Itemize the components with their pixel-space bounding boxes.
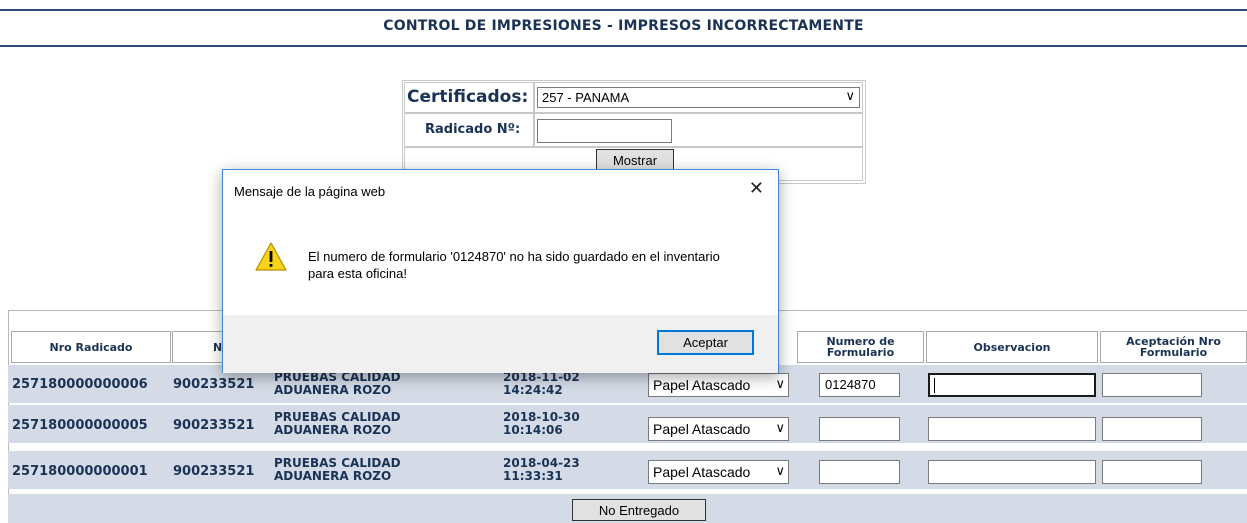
warning-icon: [255, 242, 287, 271]
cell-date: 2018-04-23 11:33:31: [503, 452, 580, 488]
motivo-select-value: Papel Atascado: [653, 421, 751, 437]
motivo-select-value: Papel Atascado: [653, 464, 751, 480]
message-dialog: Mensaje de la página web ✕ El numero de …: [222, 169, 779, 373]
accept-button[interactable]: Aceptar: [657, 330, 754, 355]
observacion-input[interactable]: [928, 460, 1096, 484]
cell-name-line2: ADUANERA ROZO: [274, 383, 392, 397]
header-aceptacion: Aceptación Nro Formulario: [1100, 331, 1247, 363]
aceptacion-input[interactable]: [1102, 417, 1202, 441]
cell-date-time: 14:24:42: [503, 383, 563, 397]
radicado-label: Radicado Nº:: [425, 122, 521, 137]
radicado-input[interactable]: [537, 119, 672, 143]
certificados-select-value: 257 - PANAMA: [542, 90, 630, 105]
motivo-select[interactable]: Papel Atascado ∨: [648, 460, 789, 484]
top-rule: [0, 9, 1247, 11]
dialog-title: Mensaje de la página web: [234, 184, 386, 199]
text-caret: [934, 378, 935, 393]
formulario-input[interactable]: 0124870: [819, 373, 900, 397]
certificados-label: Certificados:: [407, 87, 529, 107]
dialog-message: El numero de formulario '0124870' no ha …: [308, 249, 720, 281]
cell-name-line2: ADUANERA ROZO: [274, 423, 392, 437]
header-observacion: Observacion: [926, 331, 1098, 363]
cell-nit: 900233521: [173, 463, 255, 479]
formulario-input[interactable]: [819, 460, 900, 484]
observacion-input[interactable]: [928, 417, 1096, 441]
motivo-select[interactable]: Papel Atascado ∨: [648, 417, 789, 441]
cell-radicado: 257180000000005: [12, 417, 148, 433]
page-title: CONTROL DE IMPRESIONES - IMPRESOS INCORR…: [383, 18, 864, 34]
cell-name: PRUEBAS CALIDAD ADUANERA ROZO: [274, 406, 401, 442]
cell-nit: 900233521: [173, 417, 255, 433]
cell-name: PRUEBAS CALIDAD ADUANERA ROZO: [274, 452, 401, 488]
cell-date: 2018-10-30 10:14:06: [503, 406, 580, 442]
cell-name-line2: ADUANERA ROZO: [274, 469, 392, 483]
mostrar-button[interactable]: Mostrar: [596, 149, 674, 171]
formulario-input[interactable]: [819, 417, 900, 441]
title-underline: [0, 45, 1247, 47]
aceptacion-input[interactable]: [1102, 460, 1202, 484]
no-entregado-button[interactable]: No Entregado: [572, 499, 706, 521]
certificados-select[interactable]: 257 - PANAMA ∨: [537, 87, 860, 108]
close-icon[interactable]: ✕: [749, 178, 764, 199]
dialog-footer: Aceptar: [223, 315, 778, 373]
chevron-down-icon: ∨: [775, 420, 785, 435]
chevron-down-icon: ∨: [775, 463, 785, 478]
aceptacion-input[interactable]: [1102, 373, 1202, 397]
motivo-select-value: Papel Atascado: [653, 377, 751, 393]
cell-date-time: 11:33:31: [503, 469, 563, 483]
observacion-input[interactable]: [928, 373, 1096, 397]
cell-radicado: 257180000000001: [12, 463, 148, 479]
motivo-select[interactable]: Papel Atascado ∨: [648, 373, 789, 397]
cell-date-time: 10:14:06: [503, 423, 563, 437]
chevron-down-icon: ∨: [775, 376, 785, 391]
cell-radicado: 257180000000006: [12, 376, 148, 392]
chevron-down-icon: ∨: [845, 88, 855, 103]
header-nro-radicado: Nro Radicado: [11, 331, 171, 363]
header-nit-label: N: [213, 340, 223, 354]
header-numero-formulario: Numero de Formulario: [797, 331, 924, 363]
